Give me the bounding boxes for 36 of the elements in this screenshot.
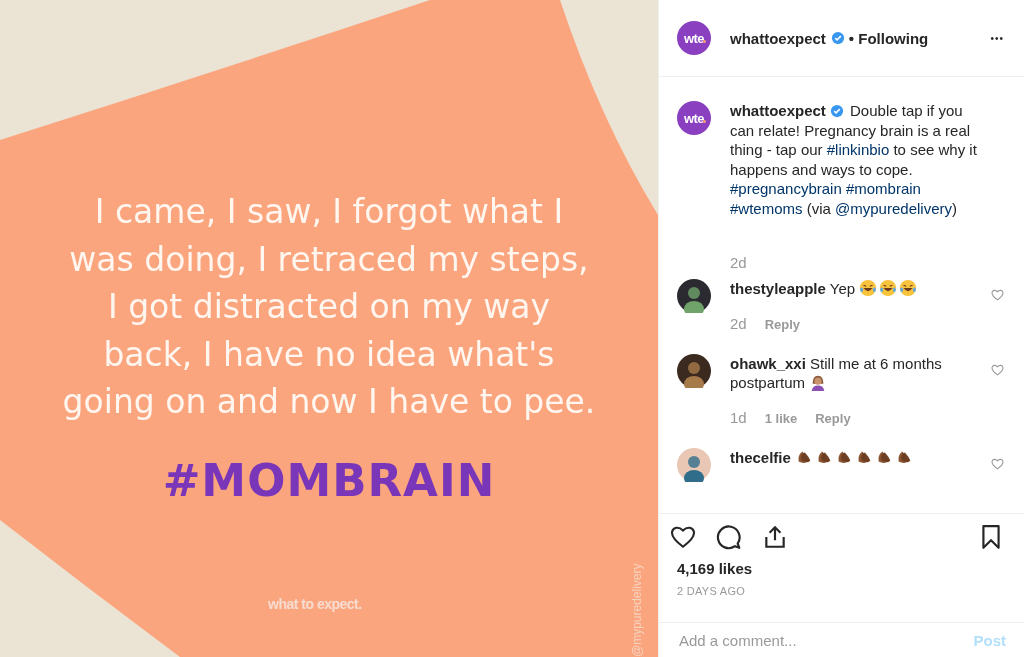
quote-line: back, I have no idea what's	[102, 333, 556, 376]
laughing-emoji-icon	[859, 279, 878, 297]
post-date: 2 DAYS AGO	[676, 585, 747, 597]
quote-line: I came, I saw, I forgot what I	[93, 191, 565, 233]
username-link[interactable]: whattoexpect	[730, 29, 826, 47]
comment-icon[interactable]	[716, 524, 742, 550]
share-icon[interactable]	[762, 524, 788, 550]
username-link[interactable]: thecelfie	[730, 448, 791, 466]
comment-text: ohawk_xxi Still me at 6 months postpartum	[730, 353, 943, 393]
time-text: 1d	[730, 408, 747, 426]
following-button[interactable]: • Following	[848, 29, 929, 47]
quote-line: was doing, I retraced my steps,	[68, 238, 590, 281]
comment-text: thestyleapple Yep	[730, 279, 958, 299]
likes-count[interactable]: 4,169 likes	[670, 560, 1004, 577]
hashtag-text: #MOMBRAIN	[161, 453, 497, 507]
laughing-emoji-icon	[899, 279, 918, 297]
avatar[interactable]: wte	[677, 101, 711, 135]
username-link[interactable]: thestyleapple	[730, 280, 826, 297]
username-link[interactable]: ohawk_xxi	[730, 354, 806, 372]
like-heart-icon[interactable]	[670, 524, 696, 550]
comment-input-field[interactable]: Add a comment...	[679, 631, 974, 649]
quote-line: going on and now I have to pee.	[61, 381, 597, 423]
hashtag-link[interactable]: #wtemoms	[730, 199, 803, 217]
credit-text: @mypuredelivery	[630, 562, 644, 657]
brand-text: what to expect.	[268, 596, 362, 612]
caption-text: whattoexpect Double tap if you can relate! Pregnancy brain is a real thing - tap our #linkinbio to see why it happens and ways to cope. #pregnancybrain #mombrain #wtemoms (via @mypuredelivery)	[730, 101, 978, 218]
laughing-emoji-icon	[879, 279, 898, 297]
time-text: 2d	[730, 254, 748, 271]
hashtag-link[interactable]: #mombrain	[845, 180, 921, 197]
quote-line: I got distracted on my way	[106, 286, 552, 328]
time-text: 2d	[730, 314, 747, 332]
hashtag-link[interactable]: #linkinbio	[826, 141, 890, 158]
more-button[interactable]: •••	[990, 32, 1004, 44]
avatar[interactable]: wte	[677, 21, 711, 55]
hashtag-link[interactable]: @mypuredelivery	[835, 199, 952, 217]
hashtag-link[interactable]: #pregnancybrain	[730, 180, 842, 197]
